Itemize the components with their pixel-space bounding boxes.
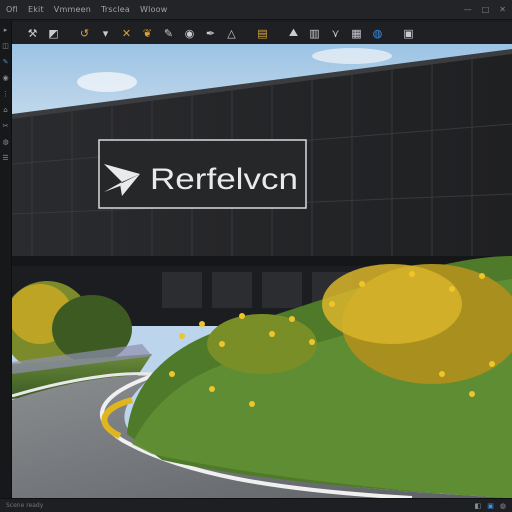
select-icon[interactable]: ▸	[2, 26, 10, 34]
camera-icon[interactable]: ◉	[179, 24, 200, 42]
rotate-icon[interactable]: ↺	[74, 24, 95, 42]
terrain-icon[interactable]: ⛰	[283, 24, 304, 42]
city-icon[interactable]: ▦	[346, 24, 367, 42]
render-icon[interactable]: ▣	[487, 502, 494, 510]
menu-edit[interactable]: Ekit	[28, 5, 44, 14]
menu-window[interactable]: Wloow	[140, 5, 167, 14]
maximize-icon[interactable]: □	[482, 5, 490, 14]
transform-icon[interactable]: ✕	[116, 24, 137, 42]
toolbar: ⚒ ◩ ↺ ▾ ✕ ❦ ✎ ◉ ✒ △ ▤ ⛰ ▥ ⋎ ▦ ◍ ▣	[12, 22, 512, 44]
scene-render: Rerfelvcn	[12, 44, 512, 498]
layers-icon[interactable]: ▤	[252, 24, 273, 42]
status-text: Scene ready	[6, 502, 44, 509]
render-viewport[interactable]: Rerfelvcn	[12, 44, 512, 498]
minimize-icon[interactable]: —	[464, 5, 472, 14]
panel-icon[interactable]: ◫	[2, 42, 10, 50]
fill-icon[interactable]: ◩	[43, 24, 64, 42]
wrench-icon[interactable]: ⚒	[22, 24, 43, 42]
close-icon[interactable]: ✕	[499, 5, 506, 14]
menu-tools[interactable]: Trsclea	[101, 5, 130, 14]
status-bar: Scene ready ◧ ▣ ◍	[0, 498, 512, 512]
menu-view[interactable]: Vmmeen	[54, 5, 91, 14]
home-icon[interactable]: ⌂	[2, 106, 10, 114]
marker-icon[interactable]: ▾	[95, 24, 116, 42]
left-tool-strip: ▸ ◫ ✎ ◉ ⋮ ⌂ ✂ ◍ ☰	[0, 20, 12, 498]
buildings-icon[interactable]: ▥	[304, 24, 325, 42]
shrub-blooms	[322, 264, 462, 344]
edit-icon[interactable]: ✎	[2, 58, 10, 66]
panel-toggle-icon[interactable]: ◧	[475, 502, 482, 510]
cloud	[312, 48, 392, 64]
triangle-icon[interactable]: △	[221, 24, 242, 42]
target-icon[interactable]: ◉	[2, 74, 10, 82]
list-icon[interactable]: ☰	[2, 154, 10, 162]
cloud	[77, 72, 137, 92]
globe-icon[interactable]: ◍	[367, 24, 388, 42]
globe-status-icon[interactable]: ◍	[500, 502, 506, 510]
more-icon[interactable]: ⋮	[2, 90, 10, 98]
foliage-icon[interactable]: ⋎	[325, 24, 346, 42]
plant-icon[interactable]: ❦	[137, 24, 158, 42]
menu-file[interactable]: Ofl	[6, 5, 18, 14]
sign-text: Rerfelvcn	[150, 163, 298, 196]
cut-icon[interactable]: ✂	[2, 122, 10, 130]
menu-bar: Ofl Ekit Vmmeen Trsclea Wloow — □ ✕	[0, 0, 512, 20]
brush-icon[interactable]: ✎	[158, 24, 179, 42]
save-icon[interactable]: ▣	[398, 24, 419, 42]
globe-icon[interactable]: ◍	[2, 138, 10, 146]
pen-icon[interactable]: ✒	[200, 24, 221, 42]
